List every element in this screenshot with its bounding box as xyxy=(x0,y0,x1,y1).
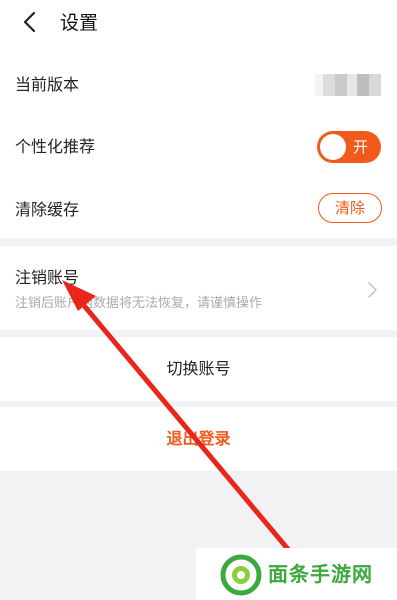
personalized-recommend-label: 个性化推荐 xyxy=(15,137,96,156)
logout-label: 退出登录 xyxy=(166,429,231,448)
toggle-knob xyxy=(320,134,346,160)
site-watermark: 面条手游网 xyxy=(196,548,397,600)
version-value-blurred xyxy=(315,74,381,96)
watermark-text: 面条手游网 xyxy=(268,562,373,586)
header-bar: 设置 xyxy=(0,0,397,50)
version-label: 当前版本 xyxy=(15,75,80,94)
clear-cache-button[interactable]: 清除 xyxy=(318,193,382,223)
clear-cache-label: 清除缓存 xyxy=(15,200,80,219)
personalized-recommend-toggle[interactable]: 开 xyxy=(317,131,381,163)
back-button[interactable] xyxy=(14,8,46,38)
cancel-account-label: 注销账号 xyxy=(15,268,80,287)
noodle-logo-icon xyxy=(220,554,262,596)
chevron-right-icon xyxy=(368,282,377,298)
cancel-account-description: 注销后账户内数据将无法恢复，请谨慎操作 xyxy=(15,296,263,311)
page-title: 设置 xyxy=(60,12,99,34)
toggle-on-text: 开 xyxy=(353,138,369,156)
switch-account-label: 切换账号 xyxy=(166,359,231,378)
chevron-left-icon xyxy=(23,11,36,33)
